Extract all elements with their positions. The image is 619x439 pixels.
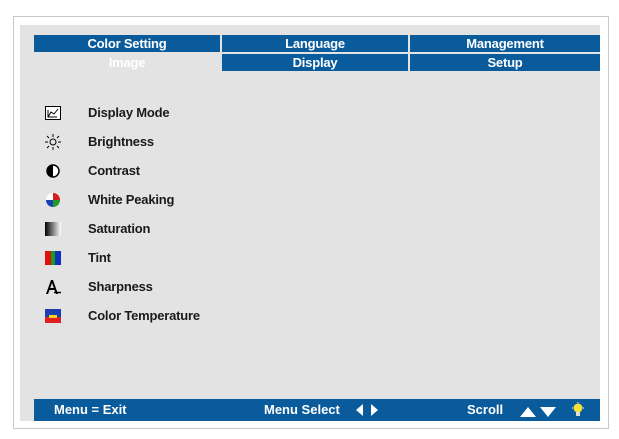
menu-item-label: Brightness [88, 134, 154, 149]
menu-select-hint: Menu Select [264, 402, 340, 417]
scroll-hint: Scroll [467, 402, 504, 417]
tab-image[interactable]: Image [34, 54, 222, 73]
tint-icon [44, 250, 62, 266]
saturation-icon [44, 221, 62, 237]
tab-language[interactable]: Language [222, 35, 410, 54]
brightness-icon [44, 133, 62, 150]
display-mode-icon [44, 105, 62, 121]
menu-item-tint[interactable]: Tint [44, 243, 200, 272]
menu-item-label: White Peaking [88, 192, 175, 207]
menu-item-white-peaking[interactable]: White Peaking [44, 185, 200, 214]
lightbulb-icon [572, 402, 584, 421]
menu-item-label: Tint [88, 250, 111, 265]
image-menu: Display Mode Brightness Contrast White P… [44, 98, 200, 330]
menu-item-color-temperature[interactable]: Color Temperature [44, 301, 200, 330]
exit-hint: Menu = Exit [54, 402, 127, 417]
left-right-arrows-icon [356, 404, 378, 419]
tab-display[interactable]: Display [222, 54, 410, 73]
menu-item-display-mode[interactable]: Display Mode [44, 98, 200, 127]
menu-item-label: Saturation [88, 221, 151, 236]
tab-color-setting[interactable]: Color Setting [34, 35, 222, 54]
up-down-arrows-icon [520, 405, 556, 420]
sharpness-icon [44, 279, 62, 295]
menu-item-sharpness[interactable]: Sharpness [44, 272, 200, 301]
tab-bar: Color Setting Language Management Image … [34, 35, 600, 73]
menu-item-label: Display Mode [88, 105, 170, 120]
white-peaking-icon [44, 192, 62, 208]
menu-item-contrast[interactable]: Contrast [44, 156, 200, 185]
menu-item-saturation[interactable]: Saturation [44, 214, 200, 243]
color-temperature-icon [44, 308, 62, 324]
tab-management[interactable]: Management [410, 35, 600, 54]
tab-setup[interactable]: Setup [410, 54, 600, 73]
menu-item-label: Sharpness [88, 279, 153, 294]
status-bar: Menu = Exit Menu Select Scroll [34, 399, 600, 421]
contrast-icon [44, 163, 62, 179]
menu-item-label: Contrast [88, 163, 140, 178]
menu-item-label: Color Temperature [88, 308, 200, 323]
menu-item-brightness[interactable]: Brightness [44, 127, 200, 156]
